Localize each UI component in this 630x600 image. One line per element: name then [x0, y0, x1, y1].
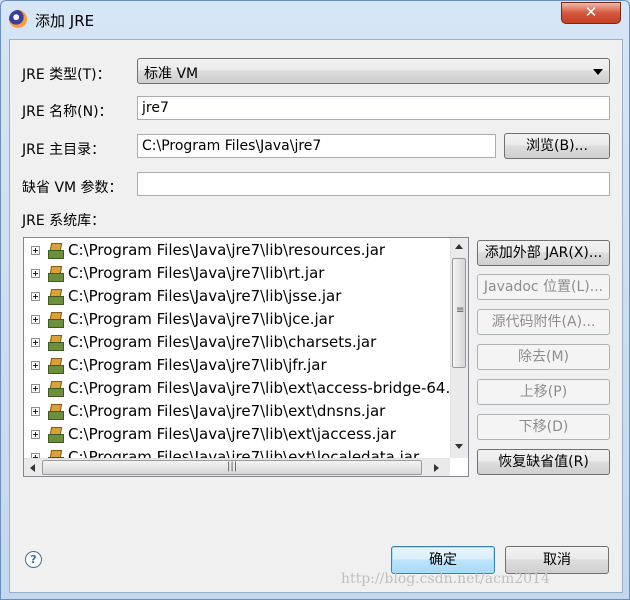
- scroll-thumb[interactable]: ≡: [452, 258, 466, 368]
- expand-icon[interactable]: [31, 315, 40, 324]
- jre-type-value: 标准 VM: [144, 66, 199, 82]
- jar-icon: [48, 404, 64, 420]
- close-button[interactable]: ✕: [561, 2, 621, 24]
- expand-icon[interactable]: [31, 292, 40, 301]
- expand-icon[interactable]: [31, 407, 40, 416]
- jre-home-label: JRE 主目录：: [22, 142, 106, 158]
- jre-home-input[interactable]: C:\Program Files\Java\jre7: [137, 134, 496, 158]
- list-item[interactable]: C:\Program Files\Java\jre7\lib\ext\acces…: [24, 378, 468, 401]
- vm-args-input[interactable]: [137, 172, 610, 196]
- add-external-jar-button[interactable]: 添加外部 JAR(X)...: [477, 240, 610, 266]
- list-item[interactable]: C:\Program Files\Java\jre7\lib\charsets.…: [24, 332, 454, 355]
- vm-args-label: 缺省 VM 参数：: [22, 180, 123, 196]
- list-item[interactable]: C:\Program Files\Java\jre7\lib\resources…: [24, 240, 454, 263]
- window-title: 添加 JRE: [35, 12, 95, 30]
- expand-icon[interactable]: [31, 246, 40, 255]
- title-bar[interactable]: 添加 JRE ✕: [1, 1, 629, 39]
- scroll-left-icon[interactable]: [30, 464, 35, 472]
- list-item[interactable]: C:\Program Files\Java\jre7\lib\rt.jar: [24, 263, 454, 286]
- dialog-content: JRE 类型(T)： 标准 VM JRE 名称(N)： jre7 JRE 主目录…: [9, 39, 623, 593]
- list-item[interactable]: C:\Program Files\Java\jre7\lib\ext\jacce…: [24, 424, 454, 447]
- horizontal-scrollbar[interactable]: |||: [24, 458, 450, 476]
- expand-icon[interactable]: [31, 269, 40, 278]
- library-path: C:\Program Files\Java\jre7\lib\charsets.…: [68, 333, 377, 351]
- scroll-up-icon[interactable]: [455, 244, 463, 249]
- list-item[interactable]: C:\Program Files\Java\jre7\lib\jce.jar: [24, 309, 454, 332]
- library-path: C:\Program Files\Java\jre7\lib\jsse.jar: [68, 287, 342, 305]
- expand-icon[interactable]: [31, 361, 40, 370]
- help-icon[interactable]: ?: [25, 551, 42, 568]
- scroll-thumb-horizontal[interactable]: |||: [42, 460, 422, 475]
- jar-icon: [48, 266, 64, 282]
- move-down-button[interactable]: 下移(D): [477, 414, 610, 440]
- library-path: C:\Program Files\Java\jre7\lib\rt.jar: [68, 264, 325, 282]
- list-item[interactable]: C:\Program Files\Java\jre7\lib\jsse.jar: [24, 286, 454, 309]
- source-attachment-button[interactable]: 源代码附件(A)...: [477, 309, 610, 335]
- ok-button[interactable]: 确定: [391, 546, 495, 574]
- add-jre-dialog: 添加 JRE ✕ JRE 类型(T)： 标准 VM JRE 名称(N)： jre…: [0, 0, 630, 600]
- eclipse-icon: [9, 10, 27, 28]
- jar-icon: [48, 289, 64, 305]
- remove-button[interactable]: 除去(M): [477, 344, 610, 370]
- library-path: C:\Program Files\Java\jre7\lib\ext\dnsns…: [68, 402, 386, 420]
- chevron-down-icon: [593, 69, 603, 75]
- jre-type-label: JRE 类型(T)：: [22, 67, 111, 83]
- javadoc-location-button[interactable]: Javadoc 位置(L)...: [477, 274, 610, 300]
- library-path: C:\Program Files\Java\jre7\lib\ext\acces…: [68, 379, 469, 397]
- jar-icon: [48, 427, 64, 443]
- scroll-down-icon[interactable]: [455, 444, 463, 449]
- scroll-right-icon[interactable]: [434, 464, 439, 472]
- list-item[interactable]: C:\Program Files\Java\jre7\lib\jfr.jar: [24, 355, 454, 378]
- restore-default-button[interactable]: 恢复缺省值(R): [477, 449, 610, 475]
- expand-icon[interactable]: [31, 384, 40, 393]
- library-path: C:\Program Files\Java\jre7\lib\resources…: [68, 241, 386, 259]
- list-item[interactable]: C:\Program Files\Java\jre7\lib\ext\dnsns…: [24, 401, 454, 424]
- expand-icon[interactable]: [31, 430, 40, 439]
- jre-name-input[interactable]: jre7: [137, 96, 610, 120]
- jar-icon: [48, 312, 64, 328]
- browse-button[interactable]: 浏览(B)...: [504, 133, 610, 159]
- vertical-scrollbar[interactable]: ≡: [450, 238, 468, 458]
- jar-icon: [48, 335, 64, 351]
- jre-type-select[interactable]: 标准 VM: [137, 58, 610, 84]
- watermark: http://blog.csdn.net/acm2014: [341, 571, 550, 587]
- jre-library-tree[interactable]: C:\Program Files\Java\jre7\lib\resources…: [23, 237, 469, 477]
- expand-icon[interactable]: [31, 338, 40, 347]
- jar-icon: [48, 381, 64, 397]
- jre-libraries-label: JRE 系统库：: [22, 213, 106, 229]
- library-path: C:\Program Files\Java\jre7\lib\jce.jar: [68, 310, 335, 328]
- jre-name-label: JRE 名称(N)：: [22, 104, 113, 120]
- jar-icon: [48, 358, 64, 374]
- cancel-button[interactable]: 取消: [505, 546, 609, 574]
- library-path: C:\Program Files\Java\jre7\lib\jfr.jar: [68, 356, 327, 374]
- library-path: C:\Program Files\Java\jre7\lib\ext\jacce…: [68, 425, 396, 443]
- jar-icon: [48, 243, 64, 259]
- move-up-button[interactable]: 上移(P): [477, 379, 610, 405]
